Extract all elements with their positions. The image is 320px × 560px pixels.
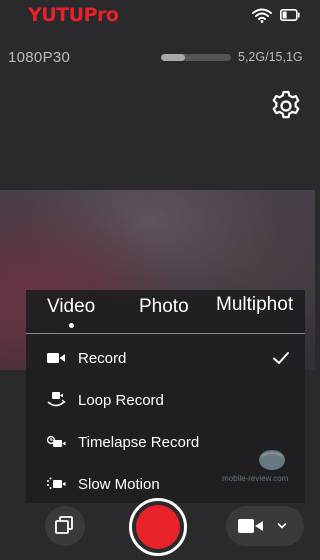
gallery-button[interactable]: [45, 506, 85, 546]
menu-item-label: Loop Record: [78, 392, 164, 409]
app-logo: YUTUPro: [28, 4, 119, 26]
battery-icon: [280, 9, 300, 21]
tab-photo[interactable]: Photo: [139, 296, 189, 318]
wifi-icon: [252, 8, 272, 23]
tabs-divider: [26, 333, 305, 334]
storage-label: 5,2G/15,1G: [238, 50, 303, 64]
video-camera-icon: [238, 519, 263, 533]
record-button[interactable]: [129, 498, 187, 556]
tab-multiphoto[interactable]: Multiphot: [216, 294, 293, 316]
slow-motion-icon: [47, 477, 66, 489]
menu-item-record[interactable]: Record: [26, 337, 305, 379]
menu-item-timelapse-record[interactable]: Timelapse Record: [26, 421, 305, 463]
menu-item-loop-record[interactable]: Loop Record: [26, 379, 305, 421]
menu-item-label: Slow Motion: [78, 476, 160, 493]
selected-tab-indicator: [69, 323, 74, 328]
menu-item-label: Timelapse Record: [78, 434, 200, 451]
info-row: 1080P30 5,2G/15,1G: [0, 46, 315, 70]
bottom-bar: [0, 496, 315, 560]
resolution-label: 1080P30: [8, 49, 71, 66]
mode-menu: Video Photo Multiphot Record Loop Record: [26, 290, 305, 503]
video-camera-icon: [47, 353, 65, 363]
chevron-down-icon: [277, 523, 287, 529]
loop-record-icon: [47, 392, 66, 407]
mode-selector-button[interactable]: [226, 506, 304, 546]
settings-button[interactable]: [268, 88, 304, 124]
timelapse-icon: [46, 435, 66, 447]
menu-item-label: Record: [78, 350, 127, 367]
check-icon: [273, 352, 289, 364]
gear-icon: [272, 90, 300, 119]
record-indicator: [136, 505, 180, 549]
mode-tabs: Video Photo Multiphot: [26, 290, 305, 333]
gallery-icon: [55, 516, 73, 534]
storage-bar: [161, 54, 231, 61]
status-bar: YUTUPro: [0, 0, 315, 34]
storage-bar-fill: [161, 54, 185, 61]
tab-video[interactable]: Video: [47, 296, 95, 318]
